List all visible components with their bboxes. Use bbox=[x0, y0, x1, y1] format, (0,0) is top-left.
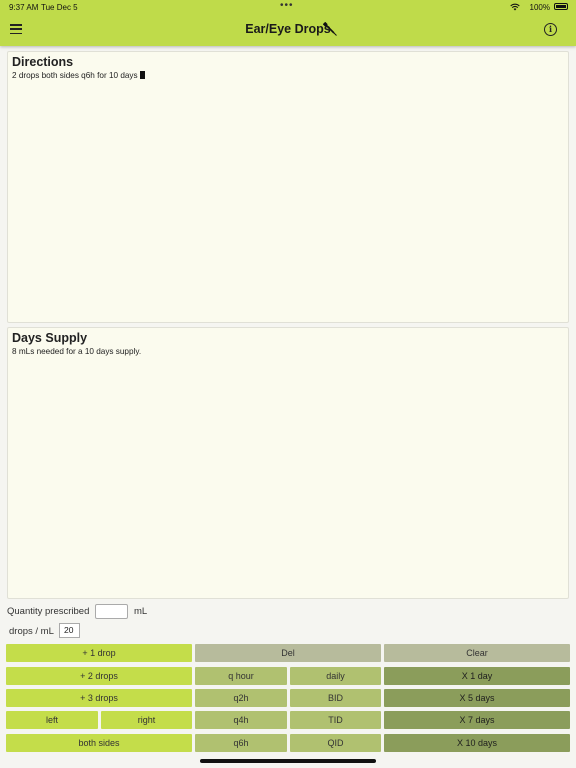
directions-text: 2 drops both sides q6h for 10 days bbox=[12, 71, 138, 80]
left-button[interactable]: left bbox=[6, 711, 98, 729]
add-2-drops-button[interactable]: + 2 drops bbox=[6, 667, 192, 685]
status-date: Tue Dec 5 bbox=[41, 3, 78, 12]
battery-percent: 100% bbox=[529, 3, 550, 12]
battery-icon bbox=[554, 3, 568, 10]
tid-button[interactable]: TID bbox=[290, 711, 381, 729]
q-hour-button[interactable]: q hour bbox=[195, 667, 287, 685]
days-supply-panel: Days Supply 8 mLs needed for a 10 days s… bbox=[7, 327, 569, 599]
both-sides-button[interactable]: both sides bbox=[6, 734, 192, 752]
bid-button[interactable]: BID bbox=[290, 689, 381, 707]
dropper-icon bbox=[323, 22, 337, 36]
app-header: 9:37 AM Tue Dec 5 ••• 100% Ear/Eye Drops… bbox=[0, 0, 576, 46]
daily-button[interactable]: daily bbox=[290, 667, 381, 685]
days-supply-title: Days Supply bbox=[12, 331, 88, 345]
quantity-prescribed-input[interactable] bbox=[95, 604, 128, 619]
quantity-unit-label: mL bbox=[134, 606, 148, 617]
days-supply-text: 8 mLs needed for a 10 days supply. bbox=[12, 347, 142, 356]
directions-text-area[interactable]: 2 drops both sides q6h for 10 days bbox=[12, 71, 145, 80]
multitasking-dots[interactable]: ••• bbox=[280, 0, 294, 11]
add-1-drop-button[interactable]: + 1 drop bbox=[6, 644, 192, 662]
directions-title: Directions bbox=[12, 55, 74, 69]
text-cursor bbox=[139, 71, 145, 79]
x-5-days-button[interactable]: X 5 days bbox=[384, 689, 570, 707]
directions-panel[interactable]: Directions 2 drops both sides q6h for 10… bbox=[7, 51, 569, 323]
page-title: Ear/Eye Drops bbox=[245, 22, 331, 36]
x-10-days-button[interactable]: X 10 days bbox=[384, 734, 570, 752]
quantity-prescribed-label: Quantity prescribed bbox=[7, 606, 90, 617]
drops-per-ml-label: drops / mL bbox=[9, 626, 54, 637]
right-button[interactable]: right bbox=[101, 711, 192, 729]
q4h-button[interactable]: q4h bbox=[195, 711, 287, 729]
x-1-day-button[interactable]: X 1 day bbox=[384, 667, 570, 685]
q2h-button[interactable]: q2h bbox=[195, 689, 287, 707]
status-time: 9:37 AM bbox=[9, 3, 39, 12]
home-indicator[interactable] bbox=[200, 759, 376, 763]
x-7-days-button[interactable]: X 7 days bbox=[384, 711, 570, 729]
info-icon[interactable]: i bbox=[544, 23, 557, 36]
delete-button[interactable]: Del bbox=[195, 644, 381, 662]
wifi-icon bbox=[510, 3, 520, 11]
qid-button[interactable]: QID bbox=[290, 734, 381, 752]
drops-per-ml-input[interactable]: 20 bbox=[59, 623, 80, 638]
add-3-drops-button[interactable]: + 3 drops bbox=[6, 689, 192, 707]
q6h-button[interactable]: q6h bbox=[195, 734, 287, 752]
clear-button[interactable]: Clear bbox=[384, 644, 570, 662]
